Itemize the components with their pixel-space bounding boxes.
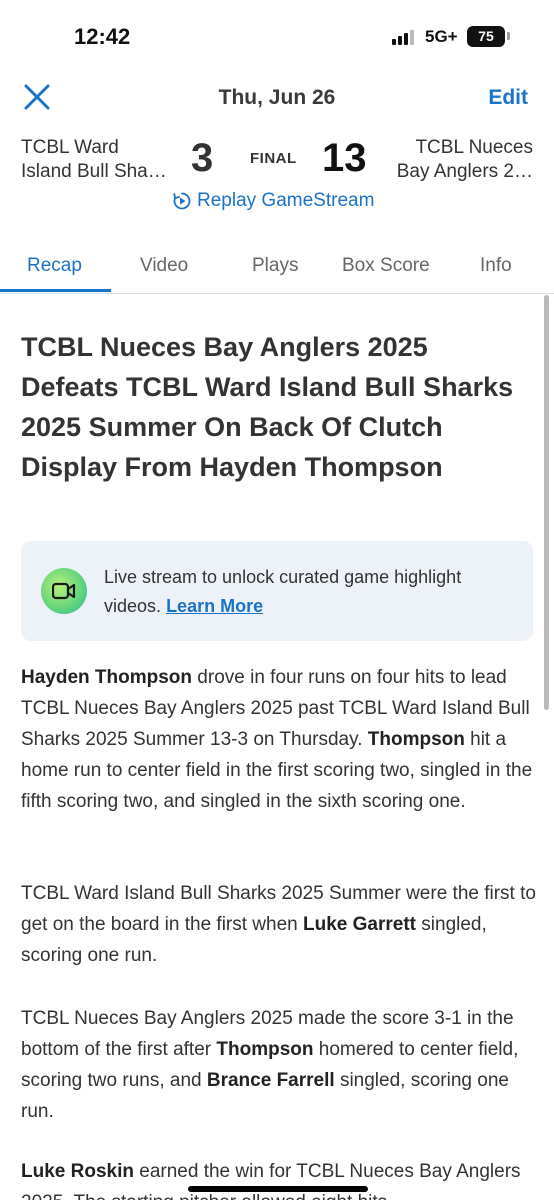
active-tab-indicator bbox=[0, 289, 111, 292]
home-indicator[interactable] bbox=[188, 1186, 368, 1192]
scrollbar[interactable] bbox=[544, 295, 549, 710]
article-paragraph-3: TCBL Nueces Bay Anglers 2025 made the sc… bbox=[21, 1003, 536, 1127]
tab-video[interactable]: Video bbox=[140, 255, 188, 277]
replay-label: Replay GameStream bbox=[197, 190, 375, 211]
status-time: 12:42 bbox=[74, 24, 131, 49]
away-team-name[interactable]: TCBL Ward Island Bull Sha… bbox=[21, 136, 181, 184]
battery-icon: 75 bbox=[467, 26, 505, 47]
video-camera-icon bbox=[41, 568, 87, 614]
replay-gamestream-button[interactable]: Replay GameStream bbox=[172, 190, 374, 212]
livestream-promo: Live stream to unlock curated game highl… bbox=[21, 541, 533, 641]
player-name: Luke Garrett bbox=[303, 914, 416, 935]
article-paragraph-1: Hayden Thompson drove in four runs on fo… bbox=[21, 662, 536, 817]
tab-box-score[interactable]: Box Score bbox=[342, 255, 430, 277]
article-paragraph-2: TCBL Ward Island Bull Sharks 2025 Summer… bbox=[21, 878, 536, 971]
article-paragraph-4: Luke Roskin earned the win for TCBL Nuec… bbox=[21, 1156, 536, 1200]
tab-plays[interactable]: Plays bbox=[252, 255, 298, 277]
home-team-line2: Bay Anglers 2… bbox=[396, 161, 533, 182]
player-name: Luke Roskin bbox=[21, 1161, 134, 1182]
article-headline: TCBL Nueces Bay Anglers 2025 Defeats TCB… bbox=[21, 332, 514, 482]
away-score: 3 bbox=[191, 136, 214, 180]
signal-icon bbox=[392, 29, 416, 45]
replay-icon bbox=[173, 192, 191, 210]
game-date: Thu, Jun 26 bbox=[218, 86, 336, 109]
home-team-name[interactable]: TCBL Nueces Bay Anglers 2… bbox=[383, 136, 533, 184]
player-name: Thompson bbox=[367, 729, 465, 750]
away-team-line2: Island Bull Sha… bbox=[21, 161, 167, 182]
tab-info[interactable]: Info bbox=[480, 255, 512, 277]
tab-bar: Recap Video Plays Box Score Info bbox=[0, 240, 554, 294]
promo-text: Live stream to unlock curated game highl… bbox=[104, 563, 514, 621]
network-label: 5G+ bbox=[425, 27, 458, 46]
away-team-line1: TCBL Ward bbox=[21, 137, 119, 158]
home-team-line1: TCBL Nueces bbox=[415, 137, 533, 158]
promo-message: Live stream to unlock curated game highl… bbox=[104, 567, 462, 616]
player-name: Hayden Thompson bbox=[21, 667, 193, 688]
tab-recap[interactable]: Recap bbox=[27, 255, 82, 277]
home-score: 13 bbox=[322, 136, 367, 180]
battery-nub bbox=[507, 32, 510, 40]
edit-button[interactable]: Edit bbox=[488, 86, 528, 110]
player-name: Brance Farrell bbox=[206, 1070, 335, 1091]
status-bar: 12:42 5G+ 75 bbox=[0, 0, 554, 70]
player-name: Thompson bbox=[216, 1039, 314, 1060]
learn-more-link[interactable]: Learn More bbox=[166, 596, 263, 616]
game-status: FINAL bbox=[250, 150, 297, 167]
